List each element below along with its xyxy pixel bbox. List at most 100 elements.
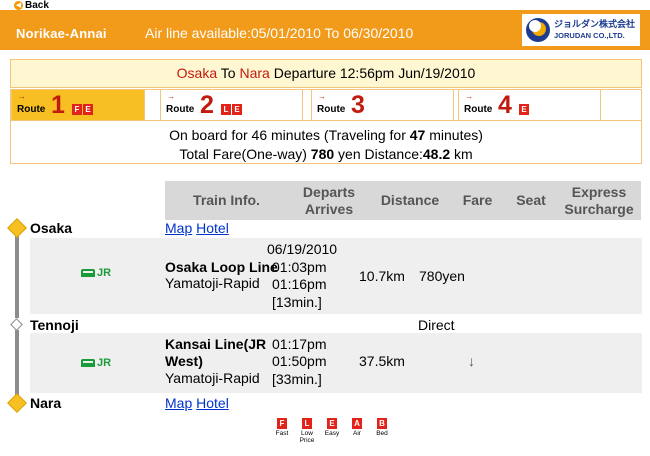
leg-row: JR Kansai Line(JR West) Yamatoji-Rapid 0… bbox=[30, 333, 642, 393]
route-arrow-icon: → bbox=[167, 92, 175, 101]
header-departs-arrives: Departs Arrives bbox=[288, 181, 370, 220]
logo-text-jp: ジョルダン株式会社 bbox=[554, 19, 636, 29]
route-number: 2 bbox=[200, 91, 214, 119]
jorudan-logo-icon bbox=[526, 18, 550, 42]
legend-item-fast: F Fast bbox=[271, 418, 293, 444]
legend-badge: B bbox=[377, 418, 387, 429]
route-badges: E bbox=[519, 104, 529, 115]
leg-distance: 37.5km bbox=[359, 353, 405, 369]
header-seat: Seat bbox=[516, 192, 546, 208]
legend-item-bed: B Bed bbox=[371, 418, 393, 444]
total-fare: 780 bbox=[310, 146, 335, 162]
badge-legend: F Fast L Low Price E Easy A Air B Bed bbox=[271, 418, 393, 444]
back-link[interactable]: ◀ Back bbox=[14, 0, 49, 10]
search-summary-bar: Osaka To Nara Departure 12:56pm Jun/19/2… bbox=[10, 59, 642, 88]
badge-fast: F bbox=[72, 104, 82, 115]
header-departs: Departs bbox=[302, 183, 356, 200]
destination-station: Nara bbox=[239, 65, 270, 81]
to-word: To bbox=[220, 65, 236, 81]
operator-label: JR bbox=[97, 267, 112, 279]
station-tennoji: Tennoji bbox=[30, 317, 79, 333]
header-express: Express bbox=[571, 183, 627, 200]
route-number: 3 bbox=[351, 91, 365, 119]
logo-text-en: JORUDAN CO.,LTD. bbox=[554, 31, 625, 40]
operator-label: JR bbox=[97, 357, 112, 369]
brand-title: Norikae-Annai bbox=[16, 26, 107, 41]
route-line-segment bbox=[15, 330, 19, 400]
map-link[interactable]: Map bbox=[165, 220, 192, 236]
header-fare: Fare bbox=[462, 192, 493, 208]
route-tab-1[interactable]: → Route 1 F E bbox=[11, 90, 145, 121]
legend-text: Fast bbox=[275, 430, 289, 437]
station-marker-icon bbox=[10, 318, 23, 331]
legend-text: Easy bbox=[324, 430, 340, 437]
legend-item-easy: E Easy bbox=[321, 418, 343, 444]
route-label: Route bbox=[464, 104, 493, 115]
route-tab-4[interactable]: → Route 4 E bbox=[458, 90, 601, 121]
route-label: Route bbox=[317, 104, 346, 115]
badge-low-price: L bbox=[221, 104, 231, 115]
fare-mid: yen Distance: bbox=[334, 146, 423, 162]
arrive-time: 01:16pm bbox=[272, 276, 327, 292]
badge-easy: E bbox=[83, 104, 93, 115]
back-label: Back bbox=[25, 0, 49, 11]
leg-duration: [33min.] bbox=[272, 371, 322, 387]
depart-time: 01:03pm bbox=[272, 259, 327, 275]
route-tabs: → Route 1 F E → Route 2 L E → Route 3 → … bbox=[10, 89, 642, 121]
route-number: 1 bbox=[51, 91, 65, 119]
onboard-suffix: minutes) bbox=[425, 127, 483, 143]
route-badges: F E bbox=[72, 104, 93, 115]
station-links: Map Hotel bbox=[165, 220, 229, 236]
arrive-time: 01:50pm bbox=[272, 353, 327, 369]
distance-unit: km bbox=[450, 146, 473, 162]
route-label: Route bbox=[17, 104, 46, 115]
leg-row: JR 06/19/2010 Osaka Loop Line Yamatoji-R… bbox=[30, 238, 642, 314]
route-tab-3[interactable]: → Route 3 bbox=[311, 90, 454, 121]
hotel-link[interactable]: Hotel bbox=[196, 220, 229, 236]
badge-easy: E bbox=[232, 104, 242, 115]
legend-badge: L bbox=[302, 418, 312, 429]
leg-fare: 780yen bbox=[419, 268, 465, 284]
same-fare-arrow-icon: ↓ bbox=[468, 353, 475, 369]
total-distance: 48.2 bbox=[422, 146, 451, 162]
badge-easy: E bbox=[519, 104, 529, 115]
route-tab-2[interactable]: → Route 2 L E bbox=[160, 90, 303, 121]
travel-time-line: On board for 46 minutes (Traveling for 4… bbox=[11, 126, 641, 145]
line-name: Osaka Loop Line bbox=[165, 259, 278, 275]
route-arrow-icon: → bbox=[465, 92, 473, 101]
leg-duration: [13min.] bbox=[272, 294, 322, 310]
station-nara: Nara bbox=[30, 395, 62, 411]
station-marker-icon bbox=[7, 218, 27, 238]
hotel-link[interactable]: Hotel bbox=[196, 395, 229, 411]
map-link[interactable]: Map bbox=[165, 395, 192, 411]
header-arrives: Arrives bbox=[304, 200, 354, 217]
route-arrow-icon: → bbox=[318, 92, 326, 101]
route-number: 4 bbox=[498, 91, 512, 119]
header-express-surcharge: Express Surcharge bbox=[557, 181, 641, 220]
header-train-info: Train Info. bbox=[193, 192, 260, 208]
service-type: Yamatoji-Rapid bbox=[165, 370, 260, 386]
line-name: Kansai Line(JR bbox=[165, 336, 267, 352]
legend-item-air: A Air bbox=[346, 418, 368, 444]
jr-operator: JR bbox=[81, 267, 111, 279]
back-arrow-icon: ◀ bbox=[14, 0, 23, 10]
onboard-prefix: On board for 46 minutes (Traveling for bbox=[169, 127, 410, 143]
legend-text: Low Price bbox=[299, 430, 315, 444]
jr-operator: JR bbox=[81, 357, 111, 369]
header-surcharge: Surcharge bbox=[564, 200, 634, 217]
line-name-cont: West) bbox=[165, 353, 203, 369]
jorudan-logo[interactable]: ジョルダン株式会社 JORUDAN CO.,LTD. bbox=[522, 14, 640, 46]
service-type: Yamatoji-Rapid bbox=[165, 275, 260, 291]
legend-item-low-price: L Low Price bbox=[296, 418, 318, 444]
station-marker-icon bbox=[7, 393, 27, 413]
airline-notice: Air line available:05/01/2010 To 06/30/2… bbox=[145, 25, 414, 41]
legend-badge: E bbox=[327, 418, 337, 429]
legend-text: Bed bbox=[376, 430, 388, 437]
fare-prefix: Total Fare(One-way) bbox=[179, 146, 311, 162]
route-summary: On board for 46 minutes (Traveling for 4… bbox=[10, 120, 642, 164]
legend-badge: F bbox=[277, 418, 287, 429]
route-line-segment bbox=[15, 235, 19, 318]
route-table-header: Train Info. Departs Arrives Distance Far… bbox=[165, 181, 641, 220]
route-badges: L E bbox=[221, 104, 242, 115]
station-osaka: Osaka bbox=[30, 220, 73, 236]
